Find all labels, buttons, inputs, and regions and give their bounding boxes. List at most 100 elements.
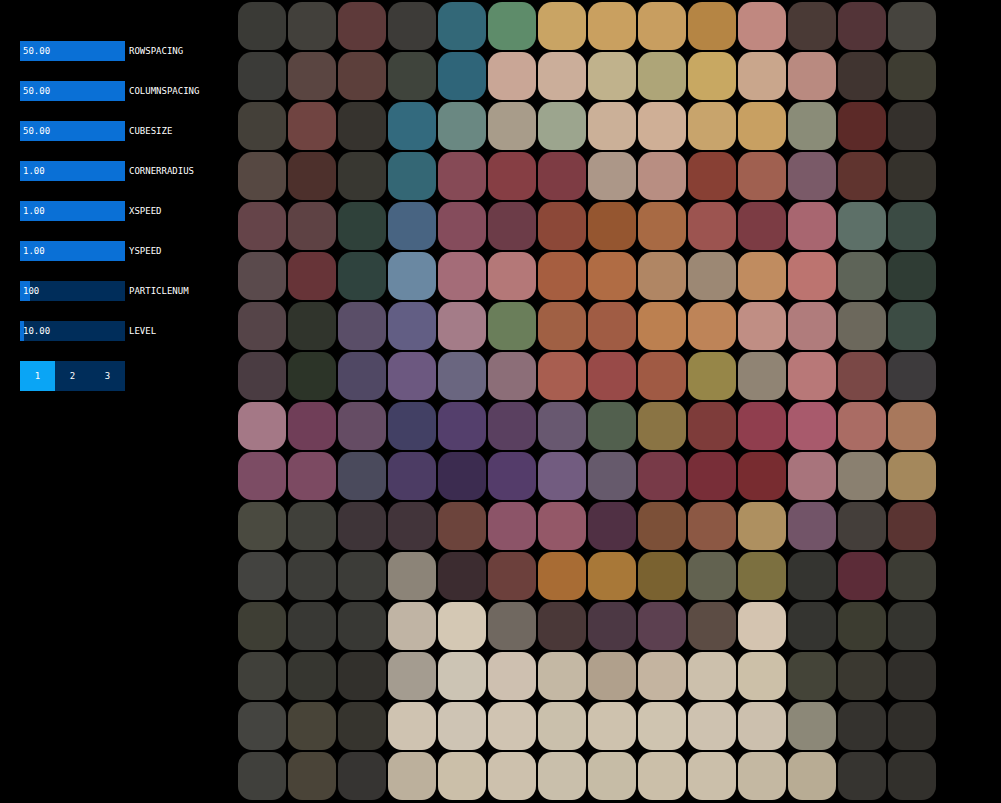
cube — [388, 702, 436, 750]
cube — [588, 552, 636, 600]
cube — [438, 102, 486, 150]
cube — [488, 702, 536, 750]
slider-value: 100 — [23, 286, 39, 296]
cube — [588, 652, 636, 700]
cube — [838, 652, 886, 700]
cube — [388, 552, 436, 600]
cube — [338, 652, 386, 700]
cube-grid — [238, 0, 936, 803]
slider[interactable]: 1.00 — [20, 201, 125, 221]
cube — [638, 452, 686, 500]
cube — [788, 602, 836, 650]
cube — [288, 102, 336, 150]
slider-value: 1.00 — [23, 166, 45, 176]
slider[interactable]: 50.00 — [20, 121, 125, 141]
cube — [638, 602, 686, 650]
cube — [738, 652, 786, 700]
cube — [488, 202, 536, 250]
cube — [538, 602, 586, 650]
cube — [488, 652, 536, 700]
cube — [588, 152, 636, 200]
cube — [438, 202, 486, 250]
slider-value: 1.00 — [23, 246, 45, 256]
cube — [288, 752, 336, 800]
cube — [438, 752, 486, 800]
cube — [638, 502, 686, 550]
cube — [238, 302, 286, 350]
slider[interactable]: 50.00 — [20, 41, 125, 61]
slider[interactable]: 1.00 — [20, 161, 125, 181]
cube — [438, 2, 486, 50]
cube — [538, 252, 586, 300]
cube — [788, 302, 836, 350]
cube — [888, 202, 936, 250]
cube — [288, 152, 336, 200]
control-panel: 50.00 ROWSPACING 50.00 COLUMNSPACING 50.00 CU… — [0, 0, 238, 803]
cube — [488, 352, 536, 400]
cube — [688, 352, 736, 400]
slider-row: 100PARTICLENUM — [20, 281, 238, 301]
cube — [838, 752, 886, 800]
cube — [788, 402, 836, 450]
slider[interactable]: 50.00 — [20, 81, 125, 101]
cube — [788, 102, 836, 150]
cube — [788, 502, 836, 550]
cube — [438, 402, 486, 450]
cube — [738, 452, 786, 500]
cube — [688, 652, 736, 700]
slider[interactable]: 100 — [20, 281, 125, 301]
tab-bar: 123 — [20, 361, 238, 391]
cube — [688, 402, 736, 450]
tab[interactable]: 3 — [90, 361, 125, 391]
cube — [888, 402, 936, 450]
cube — [388, 402, 436, 450]
cube — [388, 252, 436, 300]
cube — [588, 302, 636, 350]
tab[interactable]: 1 — [20, 361, 55, 391]
cube — [538, 652, 586, 700]
cube — [388, 52, 436, 100]
cube — [838, 502, 886, 550]
cube — [338, 352, 386, 400]
slider-label: XSPEED — [129, 206, 162, 216]
cube — [738, 2, 786, 50]
cube — [388, 152, 436, 200]
slider-row: 10.00 LEVEL — [20, 321, 238, 341]
slider-value: 50.00 — [23, 86, 50, 96]
cube — [838, 252, 886, 300]
cube — [338, 602, 386, 650]
cube — [438, 452, 486, 500]
cube — [438, 502, 486, 550]
cube — [238, 502, 286, 550]
slider-label: ROWSPACING — [129, 46, 183, 56]
cube — [388, 502, 436, 550]
cube — [338, 302, 386, 350]
cube — [688, 252, 736, 300]
cube — [238, 652, 286, 700]
cube — [288, 552, 336, 600]
cube — [838, 452, 886, 500]
cube — [788, 702, 836, 750]
slider-label: COLUMNSPACING — [129, 86, 199, 96]
cube — [788, 752, 836, 800]
slider[interactable]: 10.00 — [20, 321, 125, 341]
cube — [588, 602, 636, 650]
cube — [388, 452, 436, 500]
cube — [538, 402, 586, 450]
cube — [688, 102, 736, 150]
tab[interactable]: 2 — [55, 361, 90, 391]
cube — [538, 202, 586, 250]
cube — [488, 52, 536, 100]
cube — [338, 152, 386, 200]
slider-label: LEVEL — [129, 326, 156, 336]
cube — [538, 2, 586, 50]
cube — [838, 2, 886, 50]
cube — [588, 2, 636, 50]
cube — [438, 652, 486, 700]
slider-label: CUBESIZE — [129, 126, 172, 136]
cube — [588, 702, 636, 750]
cube — [488, 2, 536, 50]
cube — [688, 602, 736, 650]
slider[interactable]: 1.00 — [20, 241, 125, 261]
cube — [238, 702, 286, 750]
